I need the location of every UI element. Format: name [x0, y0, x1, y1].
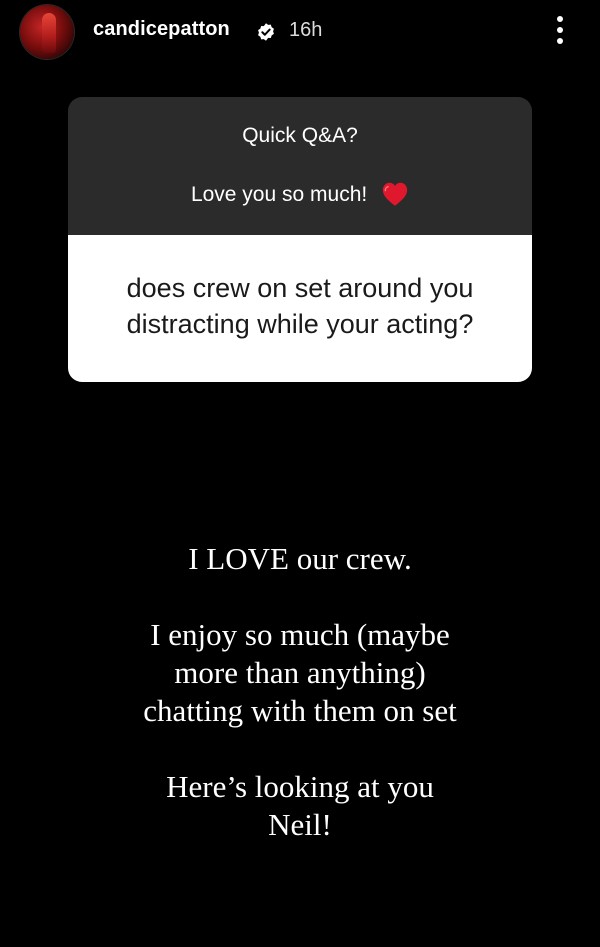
post-time: 16h: [289, 19, 323, 41]
question-sticker-title: Quick Q&A?: [242, 124, 358, 147]
username-link[interactable]: candicepatton: [93, 18, 230, 41]
answer-paragraph: I LOVE our crew.: [0, 540, 600, 578]
answer-line: I LOVE our crew.: [188, 541, 412, 576]
question-text: does crew on set around you distracting …: [82, 270, 518, 342]
answer-text: I LOVE our crew. I enjoy so much (maybe …: [0, 540, 600, 844]
question-sticker-header: Quick Q&A? Love you so much!: [68, 97, 532, 235]
question-sticker-body: does crew on set around you distracting …: [68, 235, 532, 382]
answer-line: Here’s looking at you: [166, 769, 434, 804]
question-sticker-subtitle-text: Love you so much!: [190, 183, 368, 206]
answer-paragraph: Here’s looking at you Neil!: [0, 768, 600, 844]
answer-line: more than anything): [174, 655, 426, 690]
story-header: candicepatton 16h: [0, 0, 600, 64]
verified-badge-icon: [258, 23, 274, 41]
answer-line: I enjoy so much (maybe: [150, 617, 450, 652]
avatar[interactable]: [20, 5, 74, 59]
question-sticker-subtitle: Love you so much!: [68, 181, 532, 207]
answer-line: Neil!: [268, 807, 332, 842]
more-vertical-icon[interactable]: [550, 14, 570, 46]
question-line: distracting while your acting?: [126, 309, 474, 339]
avatar-figure: [42, 13, 56, 53]
answer-line: chatting with them on set: [143, 693, 457, 728]
answer-paragraph: I enjoy so much (maybe more than anythin…: [0, 616, 600, 730]
question-sticker[interactable]: Quick Q&A? Love you so much! does crew o…: [68, 97, 532, 382]
question-line: does crew on set around you: [126, 273, 474, 303]
red-heart-icon: [382, 182, 408, 206]
